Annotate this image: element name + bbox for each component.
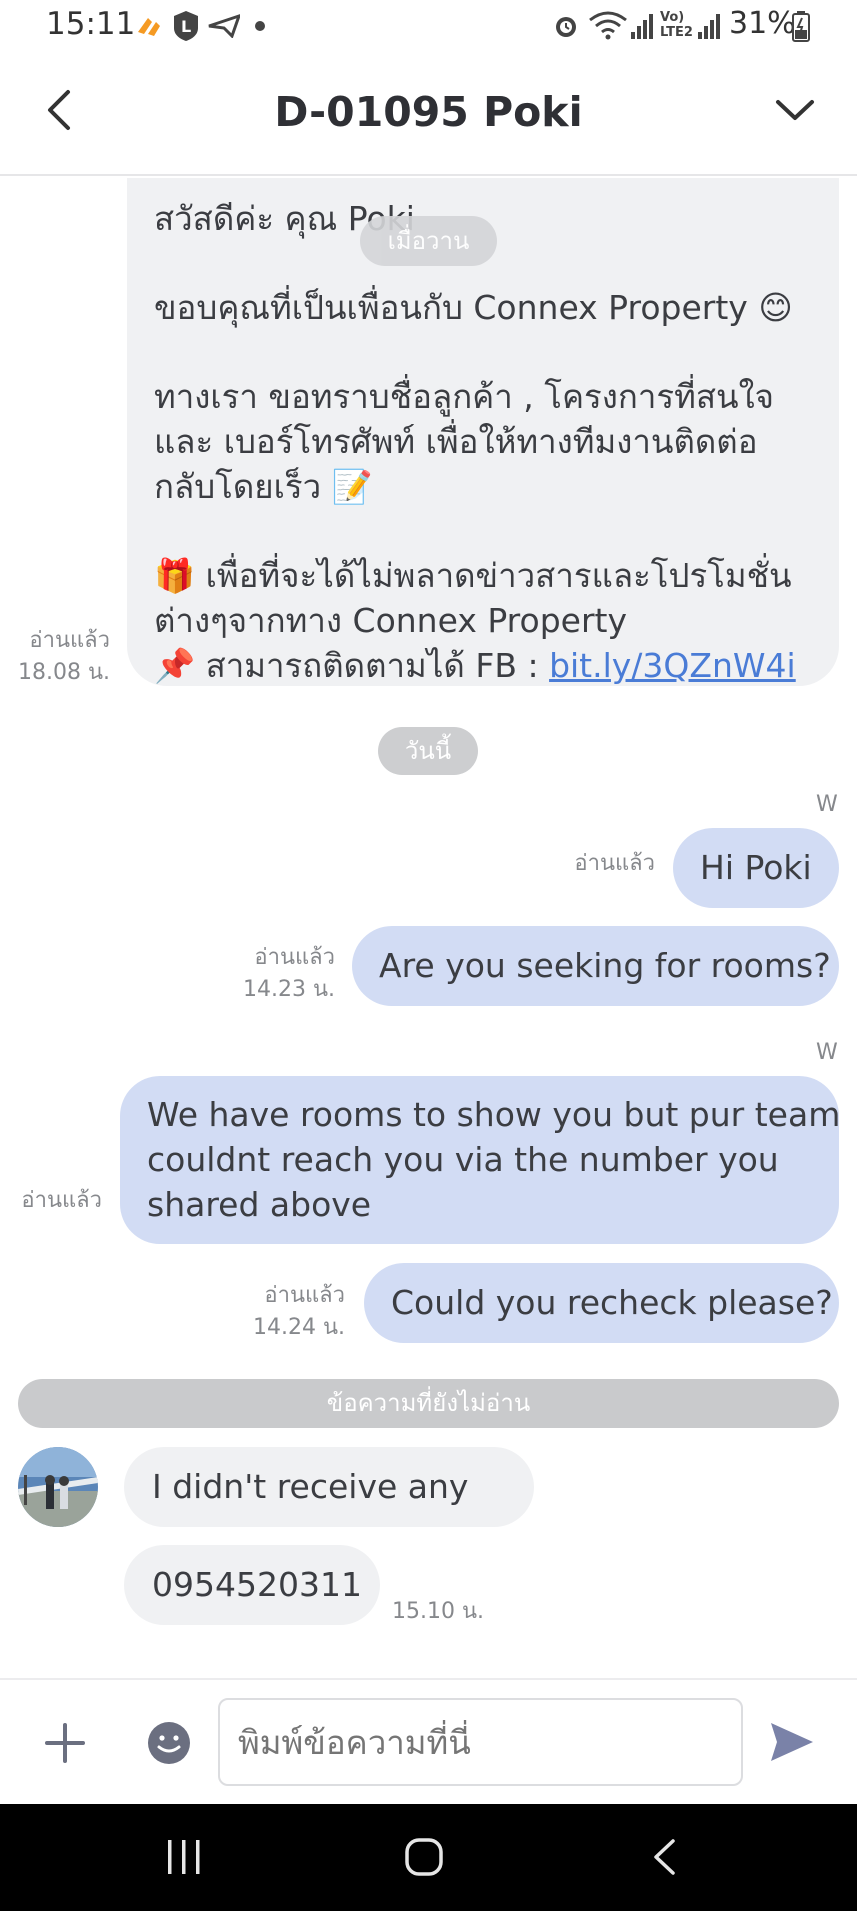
network-label: Vo) LTE2	[660, 10, 693, 40]
nav-back-icon[interactable]	[651, 1838, 677, 1876]
svg-text:L: L	[181, 17, 191, 36]
outgoing-message-bubble[interactable]: Are you seeking for rooms?	[352, 926, 839, 1006]
message-time: 14.23 น.	[242, 977, 335, 1002]
read-status: อ่านแล้ว	[254, 945, 335, 970]
message-text: Are you seeking for rooms?	[379, 946, 831, 985]
more-dot-icon	[255, 21, 265, 31]
date-pill-today: วันนี้	[378, 727, 478, 775]
welcome-line: และ เบอร์โทรศัพท์ เพื่อให้ทางทีมงานติดต่…	[154, 422, 758, 461]
signal-2-icon	[698, 14, 720, 39]
read-status: อ่านแล้ว	[264, 1283, 345, 1308]
chat-title: D-01095 Poki	[274, 88, 583, 136]
message-text: Hi Poki	[700, 848, 812, 887]
chat-area[interactable]: สวัสดีค่ะ คุณ Poki ขอบคุณที่เป็นเพื่อนกั…	[0, 178, 857, 1678]
out4-read-meta: อ่านแล้ว 14.24 น.	[230, 1280, 345, 1344]
message-text: Could you recheck please?	[391, 1283, 833, 1322]
outgoing-message-bubble[interactable]: Could you recheck please?	[364, 1263, 839, 1343]
welcome-read-meta: อ่านแล้ว 18.08 น.	[10, 625, 110, 689]
sender-name: W	[816, 792, 838, 817]
welcome-line: ทางเรา ขอทราบชื่อลูกค้า , โครงการที่สนใจ	[154, 377, 775, 416]
notification-app-icon	[138, 18, 160, 36]
facebook-link[interactable]: bit.ly/3QZnW4i	[549, 646, 796, 685]
in2-time: 15.10 น.	[392, 1599, 485, 1624]
read-status: อ่านแล้ว	[21, 1188, 102, 1213]
wifi-icon	[589, 11, 627, 40]
system-nav-bar	[0, 1804, 857, 1911]
battery-percent: 31%	[729, 6, 796, 41]
status-bar: 15:11 L Vo) LTE2 31%	[0, 0, 857, 52]
out3-read-meta: อ่านแล้ว	[2, 1185, 102, 1217]
unread-divider: ข้อความที่ยังไม่อ่าน	[18, 1379, 839, 1428]
home-icon[interactable]	[405, 1838, 443, 1876]
welcome-line: ขอบคุณที่เป็นเพื่อนกับ Connex Property 😊	[154, 288, 793, 327]
message-time: 14.24 น.	[252, 1315, 345, 1340]
emoji-icon[interactable]	[147, 1721, 191, 1765]
welcome-line: 📌 สามารถติดตามได้ FB :	[154, 646, 550, 685]
chat-header: D-01095 Poki	[0, 52, 857, 176]
welcome-line: ต่างๆจากทาง Connex Property	[154, 601, 627, 640]
recent-apps-icon[interactable]	[166, 1838, 202, 1876]
out1-read-meta: อ่านแล้ว	[540, 848, 655, 880]
outgoing-message-bubble[interactable]: We have rooms to show you but pur team c…	[120, 1076, 841, 1244]
chevron-down-icon[interactable]	[775, 96, 815, 124]
signal-1-icon	[631, 14, 653, 39]
out2-read-meta: อ่านแล้ว 14.23 น.	[220, 942, 335, 1006]
paper-plane-icon	[208, 14, 240, 38]
network-label-bottom: LTE2	[660, 25, 693, 40]
alarm-icon	[556, 17, 576, 37]
welcome-line: กลับโดยเร็ว 📝	[154, 467, 373, 506]
welcome-line: สวัสดีค่ะ คุณ Poki	[154, 199, 415, 238]
read-status: อ่านแล้ว	[29, 628, 110, 653]
network-label-top: Vo)	[660, 10, 685, 25]
incoming-message-bubble[interactable]: 0954520311	[124, 1545, 380, 1625]
read-status: อ่านแล้ว	[574, 851, 655, 876]
plus-icon[interactable]	[44, 1722, 86, 1764]
message-input-bar	[0, 1678, 857, 1804]
message-time: 18.08 น.	[17, 660, 110, 685]
message-input[interactable]	[218, 1698, 743, 1786]
message-text: 0954520311	[152, 1565, 362, 1604]
sender-name: W	[816, 1040, 838, 1065]
avatar[interactable]	[18, 1447, 98, 1527]
message-text: couldnt reach you via the number you	[147, 1140, 779, 1179]
message-text: We have rooms to show you but pur team	[147, 1095, 841, 1134]
message-text: shared above	[147, 1185, 372, 1224]
send-icon[interactable]	[769, 1720, 815, 1764]
date-pill-yesterday: เมื่อวาน	[360, 216, 497, 266]
status-time: 15:11	[46, 6, 136, 42]
outgoing-message-bubble[interactable]: Hi Poki	[673, 828, 839, 908]
battery-icon	[792, 11, 810, 42]
welcome-line: 🎁 เพื่อที่จะได้ไม่พลาดข่าวสารและโปรโมชั่…	[154, 556, 792, 595]
incoming-message-bubble[interactable]: I didn't receive any call	[124, 1447, 534, 1586]
line-app-icon: L	[174, 11, 198, 41]
